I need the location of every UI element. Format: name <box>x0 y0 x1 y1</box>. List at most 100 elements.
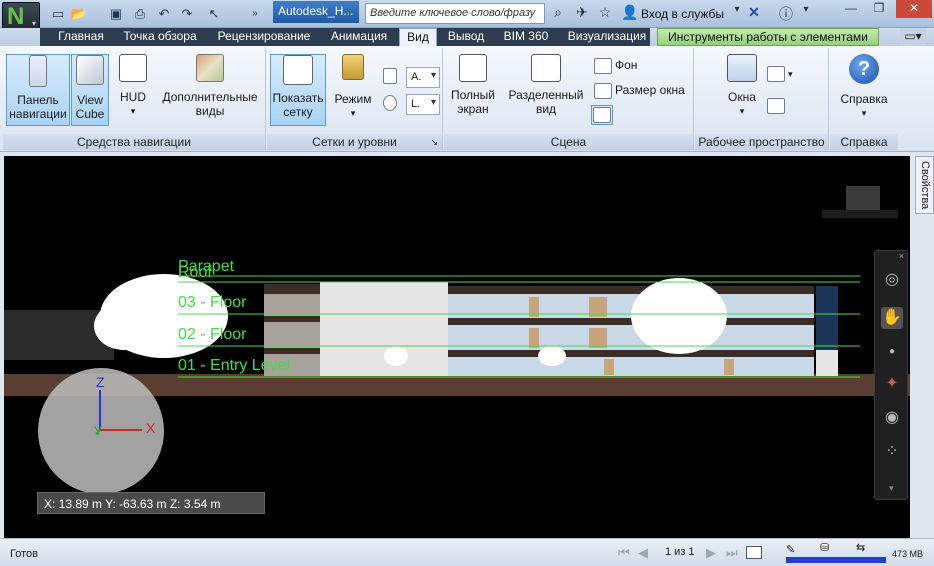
navigation-bar-button[interactable]: Панель навигации <box>6 54 70 126</box>
first-page-icon[interactable]: ⏮ <box>618 545 630 561</box>
tab-review[interactable]: Рецензирование <box>210 28 318 46</box>
chevron-down-icon: ▾ <box>861 108 867 118</box>
tab-animation[interactable]: Анимация <box>322 28 396 46</box>
panel-title-navigation: Средства навигации <box>3 134 265 150</box>
orbit-icon[interactable]: ✦ <box>881 373 903 395</box>
search-input[interactable]: Введите ключевое слово/фразу <box>365 3 545 24</box>
minimize-button[interactable]: — <box>838 0 864 18</box>
ribbon-minimize-icon[interactable]: ▭▾ <box>900 28 926 46</box>
binoculars-icon[interactable]: ⌕ <box>549 4 567 21</box>
tab-visualization[interactable]: Визуализация <box>561 28 653 46</box>
user-icon[interactable]: 👤 <box>621 4 639 21</box>
roof-slab <box>264 284 320 294</box>
stair-tower-base <box>816 350 838 376</box>
chevron-down-icon[interactable]: ▾ <box>889 483 894 494</box>
tab-viewpoint[interactable]: Точка обзора <box>114 28 206 46</box>
tab-home[interactable]: Главная <box>50 28 112 46</box>
pan-hand-icon[interactable]: ✋ <box>881 307 903 329</box>
save-workspace-button[interactable] <box>767 98 788 114</box>
redo-icon[interactable]: ↷ <box>178 5 196 23</box>
chevron-down-icon: ▾ <box>350 108 356 118</box>
save-workspace-icon <box>767 98 785 114</box>
floor-slab <box>448 350 814 357</box>
star-icon[interactable]: ☆ <box>596 4 614 21</box>
satellite-icon[interactable]: ✈ <box>573 4 591 21</box>
tab-bim360[interactable]: BIM 360 <box>496 28 556 46</box>
next-page-icon[interactable]: ▶ <box>706 545 716 561</box>
steering-wheel-icon[interactable]: ◎ <box>881 269 903 291</box>
exchange-apps-icon[interactable]: ✕ <box>745 4 763 21</box>
walk-footsteps-icon[interactable]: ⁘ <box>881 441 903 463</box>
chevron-down-icon: ▾ <box>31 19 36 28</box>
print-icon[interactable]: ⎙ <box>131 5 149 23</box>
building-right-wing <box>448 286 814 376</box>
split-view-button[interactable]: Разделенный вид <box>504 54 588 126</box>
overflow-chevron-icon[interactable]: » <box>246 5 264 23</box>
previous-page-icon[interactable]: ◀ <box>638 545 648 561</box>
navisworks-logo-icon: N <box>7 3 25 30</box>
last-page-icon[interactable]: ⏭ <box>726 545 738 561</box>
tab-output[interactable]: Вывод <box>441 28 491 46</box>
building-central-block <box>320 282 448 376</box>
windows-icon <box>727 54 757 82</box>
title-bar: N ▾ ▭ 📂 ▣ ⎙ ↶ ↷ ↖ » Autodesk_H... Введит… <box>0 0 934 32</box>
show-titlebar-button[interactable] <box>591 105 613 125</box>
additional-views-button[interactable]: Дополнительные виды <box>157 54 263 126</box>
hud-label: HUD <box>120 90 146 104</box>
load-workspace-button[interactable]: ▾ <box>767 66 793 82</box>
viewcube-widget[interactable] <box>846 186 880 210</box>
chevron-down-icon: ▾ <box>788 69 793 80</box>
tab-view[interactable]: Вид <box>399 28 437 47</box>
viewcube-button[interactable]: View Cube <box>71 54 109 126</box>
viewcube-compass[interactable] <box>822 210 898 218</box>
memory-usage-text: 473 MB <box>892 549 924 559</box>
chevron-down-icon[interactable]: ▾ <box>797 4 815 15</box>
close-button[interactable]: ✕ <box>896 0 932 18</box>
background-button[interactable]: Фон <box>594 58 637 74</box>
properties-side-tab[interactable]: Свойства <box>915 156 934 214</box>
select-icon[interactable]: ↖ <box>205 5 223 23</box>
chevron-down-icon: ▾ <box>739 106 745 116</box>
zoom-icon[interactable]: ● <box>881 341 903 363</box>
network-icon: ⇆ <box>856 542 866 554</box>
look-around-eye-icon[interactable]: ◉ <box>881 407 903 429</box>
scene-viewport[interactable]: Parapet Roof 03 - Floor 02 - Floor 01 - … <box>4 156 910 538</box>
ribbon: Панель навигации View Cube HUD ▾ Дополни… <box>0 46 934 152</box>
mode-button[interactable]: Режим ▾ <box>331 54 375 126</box>
chevron-down-icon[interactable]: ▾ <box>728 4 746 15</box>
grid-level-select-1[interactable]: A. <box>406 67 440 88</box>
show-grid-button[interactable]: Показать сетку <box>270 54 326 126</box>
panel-title-grids: Сетки и уровни ↘ <box>267 134 442 150</box>
sheet-browser-icon[interactable] <box>746 546 762 559</box>
help-icon[interactable]: ⓘ <box>777 4 795 24</box>
hud-button[interactable]: HUD ▾ <box>111 54 155 126</box>
windows-button[interactable]: Окна ▾ <box>719 54 765 126</box>
open-folder-icon[interactable]: 📂 <box>70 5 88 23</box>
save-icon[interactable]: ▣ <box>107 5 125 23</box>
grid-floor-icon <box>383 68 400 84</box>
close-icon[interactable]: × <box>899 251 904 261</box>
mode-label: Режим <box>334 92 372 106</box>
panel-title-workspace: Рабочее пространство <box>695 134 828 150</box>
roof-slab <box>448 286 814 294</box>
grid-level-select-2[interactable]: L. <box>406 94 440 115</box>
new-file-icon[interactable]: ▭ <box>49 5 67 23</box>
maximize-button[interactable]: ❐ <box>866 0 892 18</box>
grid-check-icon <box>283 55 313 85</box>
titlebar-toggle-icon <box>593 107 611 123</box>
level-label-floor-02: 02 - Floor <box>178 326 247 343</box>
navigation-bar-icon <box>29 55 47 87</box>
cube-icon <box>76 55 104 85</box>
tab-item-tools[interactable]: Инструменты работы с элементами <box>657 28 879 46</box>
help-button[interactable]: ? Справка ▾ <box>836 54 892 126</box>
chevron-down-icon: ▾ <box>130 106 136 116</box>
background-label: Фон <box>615 58 638 73</box>
lock-icon <box>342 54 364 80</box>
window-size-button[interactable]: Размер окна <box>594 83 685 99</box>
level-label-floor-03: 03 - Floor <box>178 294 247 311</box>
dialog-launcher-icon[interactable]: ↘ <box>430 134 438 150</box>
fullscreen-button[interactable]: Полный экран <box>447 54 499 126</box>
hud-axis-disc: Z X Y <box>38 368 164 494</box>
undo-icon[interactable]: ↶ <box>155 5 173 23</box>
signin-label[interactable]: Вход в службы <box>641 7 724 21</box>
